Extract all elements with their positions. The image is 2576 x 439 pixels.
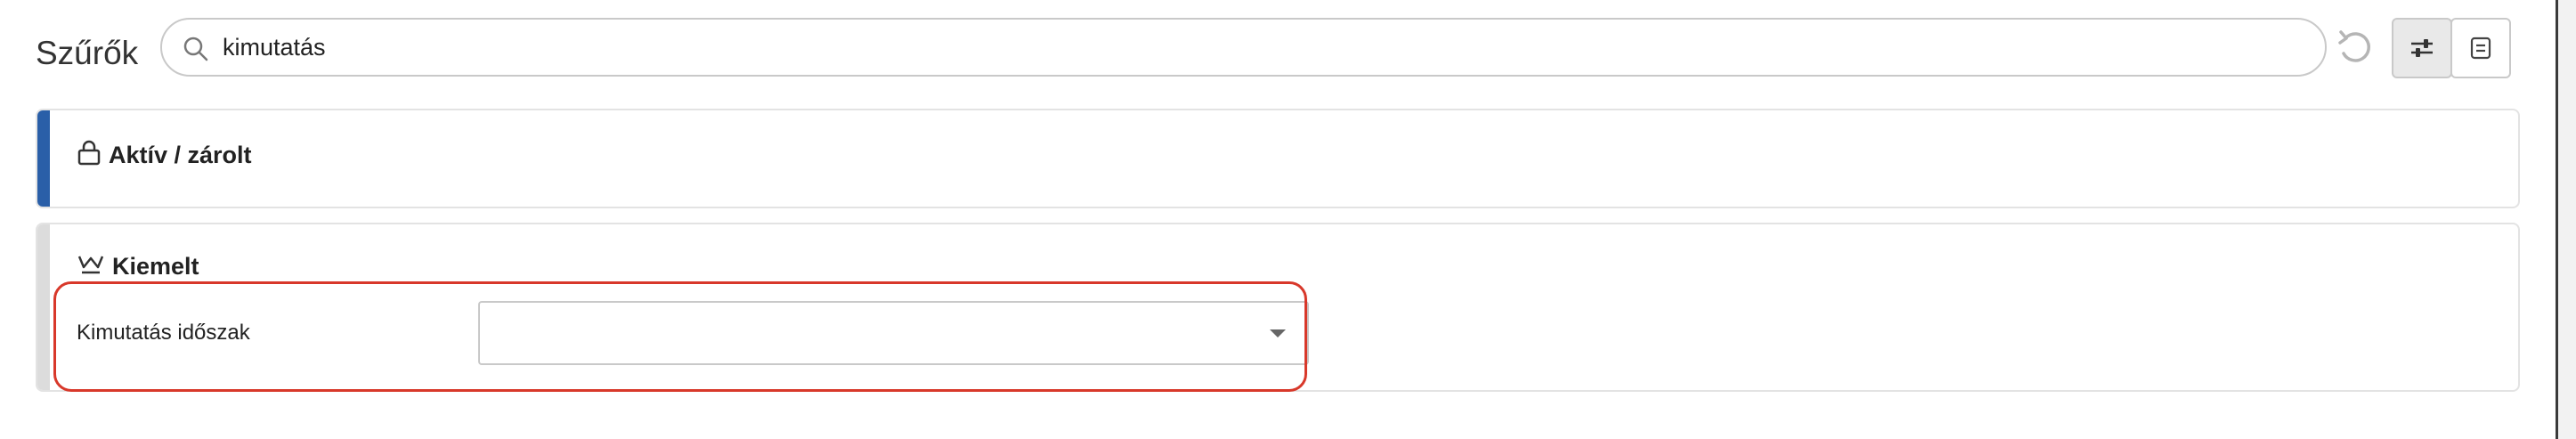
undo-button[interactable] xyxy=(2333,25,2377,69)
filters-title: Szűrők xyxy=(36,35,139,71)
panel-accent xyxy=(37,224,50,390)
search-value[interactable]: kimutatás xyxy=(223,20,326,75)
panel-title: Kiemelt xyxy=(112,253,199,280)
panel-active-locked[interactable]: Aktív / zárolt xyxy=(36,109,2520,208)
undo-icon xyxy=(2333,30,2377,73)
report-period-label: Kimutatás időszak xyxy=(77,321,250,345)
panel-accent xyxy=(37,110,50,207)
search-input[interactable]: kimutatás xyxy=(160,18,2327,77)
lock-icon xyxy=(77,139,109,172)
panel-title: Aktív / zárolt xyxy=(109,142,252,168)
list-view-button[interactable] xyxy=(2450,18,2511,78)
filter-toggle-button[interactable] xyxy=(2392,18,2452,78)
panel-header-active-locked[interactable]: Aktív / zárolt xyxy=(77,139,252,172)
panel-featured[interactable]: Kiemelt Kimutatás időszak xyxy=(36,223,2520,392)
window-edge xyxy=(2556,0,2576,439)
panel-header-featured[interactable]: Kiemelt xyxy=(77,251,199,282)
crown-icon xyxy=(77,251,112,282)
chevron-down-icon[interactable] xyxy=(1270,329,1286,337)
search-icon xyxy=(182,35,210,63)
report-period-select[interactable] xyxy=(478,301,1309,365)
